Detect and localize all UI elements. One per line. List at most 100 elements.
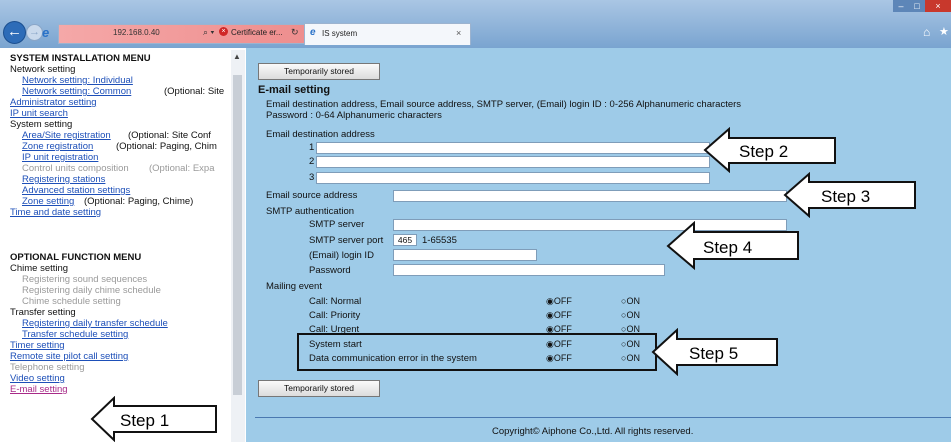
- address-text[interactable]: 192.168.0.40: [113, 28, 160, 37]
- email-destination-field-2[interactable]: [316, 156, 710, 168]
- email-destination-field-1[interactable]: [316, 142, 710, 154]
- refresh-icon[interactable]: ↻: [291, 27, 299, 38]
- destination-number-2: 2: [309, 156, 315, 167]
- back-icon[interactable]: ←: [3, 21, 26, 44]
- email-source-label: Email source address: [266, 190, 358, 201]
- description-line-2: Password : 0-64 Alphanumeric characters: [266, 110, 442, 121]
- sidebar-note-zone-setting: (Optional: Paging, Chime): [84, 196, 194, 207]
- event-off-radio[interactable]: ◉OFF: [546, 296, 572, 307]
- step3-callout: Step 3: [783, 172, 916, 218]
- sidebar-item-telephone[interactable]: Telephone setting: [10, 362, 84, 373]
- sidebar-item-chime-schedule[interactable]: Chime schedule setting: [22, 296, 121, 307]
- maximize-icon[interactable]: □: [909, 0, 925, 12]
- smtp-server-label: SMTP server: [309, 219, 365, 230]
- sidebar-item-registering-sound[interactable]: Registering sound sequences: [22, 274, 147, 285]
- sidebar-item-registering-daily-transfer[interactable]: Registering daily transfer schedule: [22, 318, 168, 329]
- sidebar-item-time-date[interactable]: Time and date setting: [10, 207, 101, 218]
- step2-label: Step 2: [739, 142, 788, 161]
- event-off-radio[interactable]: ◉OFF: [546, 339, 572, 350]
- event-on-radio[interactable]: ○ON: [621, 353, 640, 364]
- radio-selected-icon: ◉: [546, 310, 554, 320]
- email-destination-label: Email destination address: [266, 129, 375, 140]
- login-id-field[interactable]: [393, 249, 537, 261]
- password-field[interactable]: [393, 264, 665, 276]
- smtp-port-range: 1-65535: [422, 235, 457, 246]
- email-source-field[interactable]: [393, 190, 787, 202]
- event-label: Call: Normal: [309, 296, 362, 307]
- sidebar-item-control-units[interactable]: Control units composition: [22, 163, 129, 174]
- step4-callout: Step 4: [666, 221, 799, 271]
- step4-label: Step 4: [703, 238, 752, 257]
- destination-number-3: 3: [309, 172, 315, 183]
- sidebar-item-ip-unit-search[interactable]: IP unit search: [10, 108, 68, 119]
- temporarily-stored-button-bottom[interactable]: Temporarily stored: [258, 380, 380, 397]
- tab-close-icon[interactable]: ×: [456, 28, 461, 38]
- step2-callout: Step 2: [703, 127, 836, 173]
- radio-selected-icon: ◉: [546, 353, 554, 363]
- scrollbar-thumb[interactable]: [233, 75, 242, 395]
- sidebar-item-registering-daily-chime[interactable]: Registering daily chime schedule: [22, 285, 161, 296]
- sidebar-note-control-units: (Optional: Expa: [149, 163, 215, 174]
- certificate-error-icon[interactable]: ×: [219, 27, 228, 36]
- sidebar-item-network-individual[interactable]: Network setting: Individual: [22, 75, 133, 86]
- sidebar-chime-setting: Chime setting: [10, 263, 69, 274]
- copyright-text: Copyright© Aiphone Co.,Ltd. All rights r…: [492, 426, 694, 437]
- password-label: Password: [309, 265, 351, 276]
- event-on-radio[interactable]: ○ON: [621, 310, 640, 321]
- sidebar-item-transfer-schedule[interactable]: Transfer schedule setting: [22, 329, 128, 340]
- step5-label: Step 5: [689, 344, 738, 363]
- search-icon[interactable]: ⌕ ▾: [203, 27, 214, 38]
- sidebar-item-registering-stations[interactable]: Registering stations: [22, 174, 105, 185]
- smtp-port-field[interactable]: 465: [393, 234, 417, 246]
- event-label: Call: Priority: [309, 310, 361, 321]
- tab-title[interactable]: IS system: [322, 29, 357, 38]
- radio-selected-icon: ◉: [546, 296, 554, 306]
- system-installation-menu-header: SYSTEM INSTALLATION MENU: [10, 53, 151, 64]
- sidebar-item-zone-registration[interactable]: Zone registration: [22, 141, 93, 152]
- step1-callout: Step 1: [90, 396, 217, 442]
- optional-function-menu-header: OPTIONAL FUNCTION MENU: [10, 252, 142, 263]
- sidebar-transfer-setting: Transfer setting: [10, 307, 76, 318]
- step3-label: Step 3: [821, 187, 870, 206]
- scroll-up-icon[interactable]: ▲: [233, 52, 241, 61]
- mailing-event-label: Mailing event: [266, 281, 322, 292]
- event-off-radio[interactable]: ◉OFF: [546, 310, 572, 321]
- sidebar-note-zone-registration: (Optional: Paging, Chim: [116, 141, 217, 152]
- certificate-error-text[interactable]: Certificate er...: [231, 28, 283, 37]
- event-on-radio[interactable]: ○ON: [621, 296, 640, 307]
- step1-label: Step 1: [120, 411, 169, 430]
- smtp-authentication-label: SMTP authentication: [266, 206, 355, 217]
- home-icon[interactable]: ⌂: [923, 25, 930, 39]
- sidebar-system-setting: System setting: [10, 119, 73, 130]
- destination-number-1: 1: [309, 142, 315, 153]
- footer-divider: [255, 417, 951, 418]
- section-title: E-mail setting: [258, 84, 331, 96]
- sidebar-item-administrator[interactable]: Administrator setting: [10, 97, 97, 108]
- forward-icon[interactable]: →: [26, 24, 43, 41]
- description-line-1: Email destination address, Email source …: [266, 99, 742, 110]
- sidebar-item-video[interactable]: Video setting: [10, 373, 65, 384]
- sidebar-item-remote-site-pilot[interactable]: Remote site pilot call setting: [10, 351, 128, 362]
- sidebar-item-timer[interactable]: Timer setting: [10, 340, 65, 351]
- sidebar-note-area-site: (Optional: Site Conf: [128, 130, 211, 141]
- sidebar-item-network-common[interactable]: Network setting: Common: [22, 86, 131, 97]
- window-controls: – □ ×: [893, 0, 951, 12]
- event-label: Data communication error in the system: [309, 353, 477, 364]
- sidebar-note-network-common: (Optional: Site: [164, 86, 225, 97]
- sidebar-item-email[interactable]: E-mail setting: [10, 384, 68, 395]
- sidebar-item-ip-unit-registration[interactable]: IP unit registration: [22, 152, 98, 163]
- email-destination-field-3[interactable]: [316, 172, 710, 184]
- temporarily-stored-button-top[interactable]: Temporarily stored: [258, 63, 380, 80]
- sidebar-network-setting: Network setting: [10, 64, 76, 75]
- radio-selected-icon: ◉: [546, 339, 554, 349]
- tab-ie-icon: e: [310, 27, 316, 38]
- event-off-radio[interactable]: ◉OFF: [546, 353, 572, 364]
- minimize-icon[interactable]: –: [893, 0, 909, 12]
- sidebar-item-area-site[interactable]: Area/Site registration: [22, 130, 111, 141]
- sidebar-item-advanced-station[interactable]: Advanced station settings: [22, 185, 130, 196]
- favorites-star-icon[interactable]: ★: [939, 25, 949, 38]
- ie-icon: e: [42, 25, 50, 40]
- close-icon[interactable]: ×: [925, 0, 951, 12]
- sidebar-item-zone-setting[interactable]: Zone setting: [22, 196, 74, 207]
- event-on-radio[interactable]: ○ON: [621, 339, 640, 350]
